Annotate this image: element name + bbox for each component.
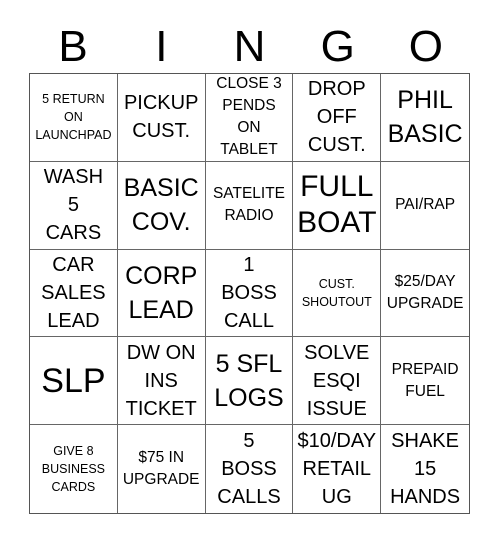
bingo-cell[interactable]: DROP OFF CUST. <box>293 74 382 162</box>
bingo-cell[interactable]: FULL BOAT <box>293 161 382 250</box>
bingo-cell[interactable]: PHIL BASIC <box>381 74 469 162</box>
bingo-cell[interactable]: 5 BOSS CALLS <box>206 425 294 513</box>
bingo-cell[interactable]: 5 SFL LOGS <box>205 337 294 426</box>
header-letter-n: N <box>233 22 266 71</box>
bingo-cell[interactable]: CUST. SHOUTOUT <box>293 249 382 338</box>
bingo-cell[interactable]: $25/DAY UPGRADE <box>381 250 469 338</box>
bingo-cell[interactable]: DW ON INS TICKET <box>117 337 206 426</box>
bingo-header: B I N G O <box>29 22 470 72</box>
header-letter-b: B <box>58 22 88 71</box>
bingo-cell[interactable]: CLOSE 3 PENDS ON TABLET <box>205 74 294 162</box>
bingo-cell[interactable]: 1 BOSS CALL <box>205 249 294 338</box>
bingo-cell[interactable]: WASH 5 CARS <box>30 161 118 250</box>
bingo-cell[interactable]: $75 IN UPGRADE <box>118 425 206 513</box>
bingo-cell[interactable]: SOLVE ESQI ISSUE <box>293 337 382 426</box>
header-letter-i: I <box>155 22 168 71</box>
bingo-cell[interactable]: PICKUP CUST. <box>117 74 206 162</box>
bingo-cell[interactable]: CORP LEAD <box>117 249 206 338</box>
bingo-cell[interactable]: PAI/RAP <box>381 162 469 250</box>
bingo-cell[interactable]: CAR SALES LEAD <box>30 249 118 338</box>
bingo-cell[interactable]: SHAKE 15 HANDS <box>381 425 469 513</box>
bingo-board: 5 RETURN ON LAUNCHPAD PICKUP CUST. CLOSE… <box>29 73 470 514</box>
header-letter-o: O <box>408 22 444 71</box>
bingo-cell[interactable]: GIVE 8 BUSINESS CARDS <box>30 425 118 513</box>
bingo-cell[interactable]: SATELITE RADIO <box>205 161 294 250</box>
bingo-cell[interactable]: BASIC COV. <box>117 161 206 250</box>
bingo-cell[interactable]: $10/DAY RETAIL UG <box>293 425 382 513</box>
bingo-cell[interactable]: SLP <box>30 337 118 426</box>
bingo-cell[interactable]: PREPAID FUEL <box>381 337 469 426</box>
bingo-cell[interactable]: 5 RETURN ON LAUNCHPAD <box>30 74 118 162</box>
header-letter-g: G <box>320 22 355 71</box>
